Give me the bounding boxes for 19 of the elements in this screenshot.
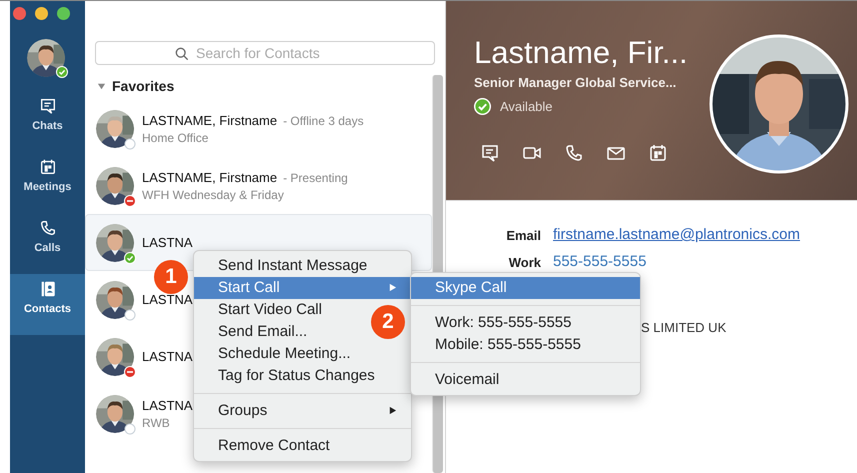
contact-name: LASTNA [142,349,193,364]
group-heading: Favorites [112,78,174,94]
field-label: Work [508,255,541,270]
field-label: Email [506,228,541,243]
availability-text: Available [500,99,553,114]
profile-name: Lastname, Fir... [474,35,688,71]
contact-name: LASTNAME, Firstname [142,112,278,128]
contact-name: LASTNA [142,292,193,307]
contact-name: LASTNAME, Firstname [142,170,278,184]
job-title: Senior Manager Global Service... [474,75,678,90]
presence-text: - Offline 3 days [283,114,364,128]
step-badge: 1 [154,260,188,294]
contact-name: LASTNA [142,398,193,412]
contact-name: LASTNA [142,235,193,250]
status-note: RWB [142,416,171,430]
presence-text: - Presenting [283,170,348,184]
company-text: S LIMITED UK [641,320,728,335]
status-note: Home Office [142,130,210,144]
status-note: WFH Wednesday & Friday [142,188,285,202]
